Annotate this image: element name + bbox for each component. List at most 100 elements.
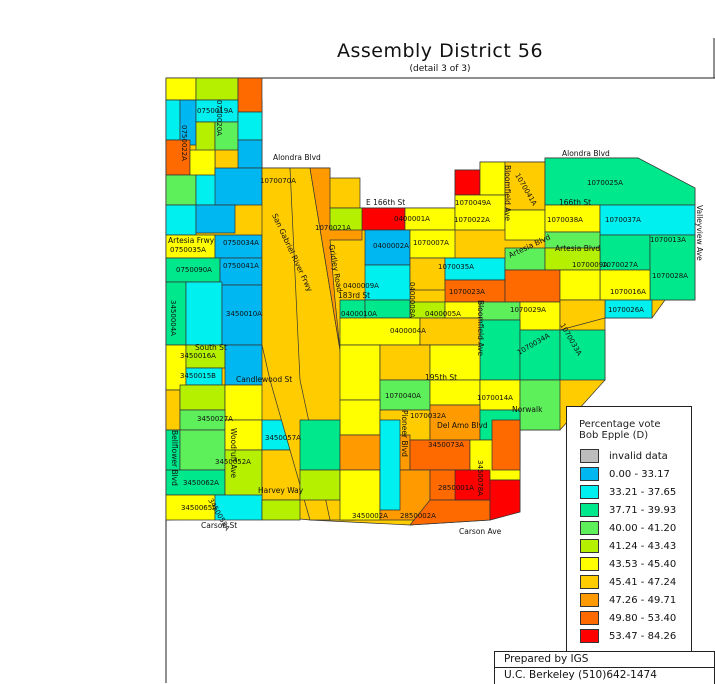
legend-label: 33.21 - 37.65 — [609, 486, 677, 498]
credit-box: Prepared by IGS U.C. Berkeley (510)642-1… — [494, 651, 715, 684]
precinct-label: 1070016A — [610, 288, 646, 296]
precinct-label: 1070026A — [608, 306, 644, 314]
precinct-label: 2850001A — [438, 484, 474, 492]
precinct-label: 1070007A — [413, 239, 449, 247]
precinct-label: 3450052A — [215, 458, 251, 466]
legend-swatch — [580, 611, 599, 625]
legend-items: invalid data 0.00 - 33.17 33.21 - 37.65 37.… — [567, 447, 691, 645]
precinct-label: 0750041A — [223, 262, 259, 270]
legend-swatch — [580, 557, 599, 571]
precinct-area — [261, 499, 301, 521]
map-subtitle: (detail 3 of 3) — [409, 64, 471, 74]
precinct-label: 1070032A — [410, 412, 446, 420]
street-label: South St — [195, 343, 227, 352]
precinct-area — [299, 469, 341, 501]
street-label: Alondra Blvd — [562, 149, 610, 158]
street-label: 183rd St — [338, 291, 370, 300]
street-label: Bellflower Blvd — [170, 430, 179, 486]
precinct-label: 3450015B — [180, 372, 216, 380]
precinct-label: 3450027A — [197, 415, 233, 423]
street-label: 166th St — [559, 198, 591, 207]
precinct-label: 0400008A — [408, 282, 416, 318]
precinct-label: 1070013A — [650, 236, 686, 244]
street-label: Del Amo Blvd — [437, 421, 488, 430]
precinct-area — [195, 77, 239, 101]
legend-label: invalid data — [609, 450, 668, 462]
credit-line1: Prepared by IGS — [504, 653, 589, 665]
precinct-label: 0750022A — [180, 125, 188, 161]
legend-item: 41.24 - 43.43 — [580, 537, 691, 555]
legend-swatch — [580, 521, 599, 535]
precinct-label: 1070070A — [260, 177, 296, 185]
legend-item: 0.00 - 33.17 — [580, 465, 691, 483]
precinct-label: 1070028A — [652, 272, 688, 280]
precinct-area — [379, 419, 401, 511]
legend-swatch — [580, 503, 599, 517]
precinct-label: 1070022A — [454, 216, 490, 224]
street-label: Artesia Frwy — [168, 236, 215, 245]
precinct-label: 1070025A — [587, 179, 623, 187]
precinct-label: 1070029A — [510, 306, 546, 314]
precinct-label: 0750090A — [176, 266, 212, 274]
precinct-label: 3450016A — [180, 352, 216, 360]
precinct-area — [339, 399, 381, 436]
precinct-area — [165, 77, 197, 101]
legend-title-line1: Percentage vote — [579, 419, 661, 430]
map-title: Assembly District 56 — [336, 40, 544, 62]
precinct-area — [299, 419, 341, 471]
legend-swatch — [580, 575, 599, 589]
precinct-label: 1070035A — [438, 263, 474, 271]
precinct-area — [504, 269, 561, 303]
precinct-area — [165, 204, 197, 236]
precinct-area — [165, 174, 197, 206]
precinct-area — [379, 344, 431, 381]
legend-swatch — [580, 449, 599, 463]
precinct-label: 0750020A — [215, 100, 223, 136]
precinct-label: 3450002A — [352, 512, 388, 520]
precinct-label: 0750034A — [223, 239, 259, 247]
legend-title-line2: Bob Epple (D) — [579, 430, 649, 441]
street-label: 195th St — [425, 373, 457, 382]
legend-swatch — [580, 593, 599, 607]
precinct-label: 3450073A — [428, 441, 464, 449]
legend-item: 43.53 - 45.40 — [580, 555, 691, 573]
precinct-label: 0400005A — [425, 310, 461, 318]
legend-label: 49.80 - 53.40 — [609, 612, 677, 624]
precinct-label: 1070014A — [477, 394, 513, 402]
legend-label: 43.53 - 45.40 — [609, 558, 677, 570]
precinct-label: 1070049A — [455, 199, 491, 207]
precinct-area — [491, 419, 521, 471]
legend-item: 40.00 - 41.20 — [580, 519, 691, 537]
legend-swatch — [580, 629, 599, 643]
precinct-area — [237, 77, 263, 113]
legend-item: 33.21 - 37.65 — [580, 483, 691, 501]
precinct-label: 0400009A — [343, 282, 379, 290]
legend-label: 53.47 - 84.26 — [609, 630, 677, 642]
precinct-area — [559, 269, 601, 301]
street-label: Valleyview Ave — [695, 205, 704, 261]
legend-label: 37.71 - 39.93 — [609, 504, 677, 516]
precinct-area — [419, 317, 481, 346]
street-label: Bloomfield Ave — [503, 165, 512, 221]
precinct-label: 1070038A — [547, 216, 583, 224]
precinct-label: 3450057A — [265, 434, 301, 442]
precinct-area — [165, 389, 181, 431]
precinct-area — [429, 379, 481, 406]
legend-label: 0.00 - 33.17 — [609, 468, 670, 480]
legend-swatch — [580, 539, 599, 553]
credit-line2: U.C. Berkeley (510)642-1474 — [495, 667, 714, 683]
precinct-label: 3450004A — [169, 300, 177, 336]
precinct-label: 0400010A — [341, 310, 377, 318]
legend-title: Percentage vote Bob Epple (D) — [579, 419, 691, 441]
legend-label: 40.00 - 41.20 — [609, 522, 677, 534]
precinct-label: 3450078A — [476, 460, 484, 496]
street-label: Harvey Way — [258, 486, 304, 495]
legend-swatch — [580, 467, 599, 481]
precinct-area — [649, 234, 696, 301]
precinct-label: 1070040A — [385, 392, 421, 400]
precinct-label: 1070027A — [602, 261, 638, 269]
precinct-label: 3450010A — [226, 310, 262, 318]
legend-item: invalid data — [580, 447, 691, 465]
street-label: Pioneer Blvd — [400, 410, 409, 457]
street-label: Carson Ave — [459, 527, 502, 536]
